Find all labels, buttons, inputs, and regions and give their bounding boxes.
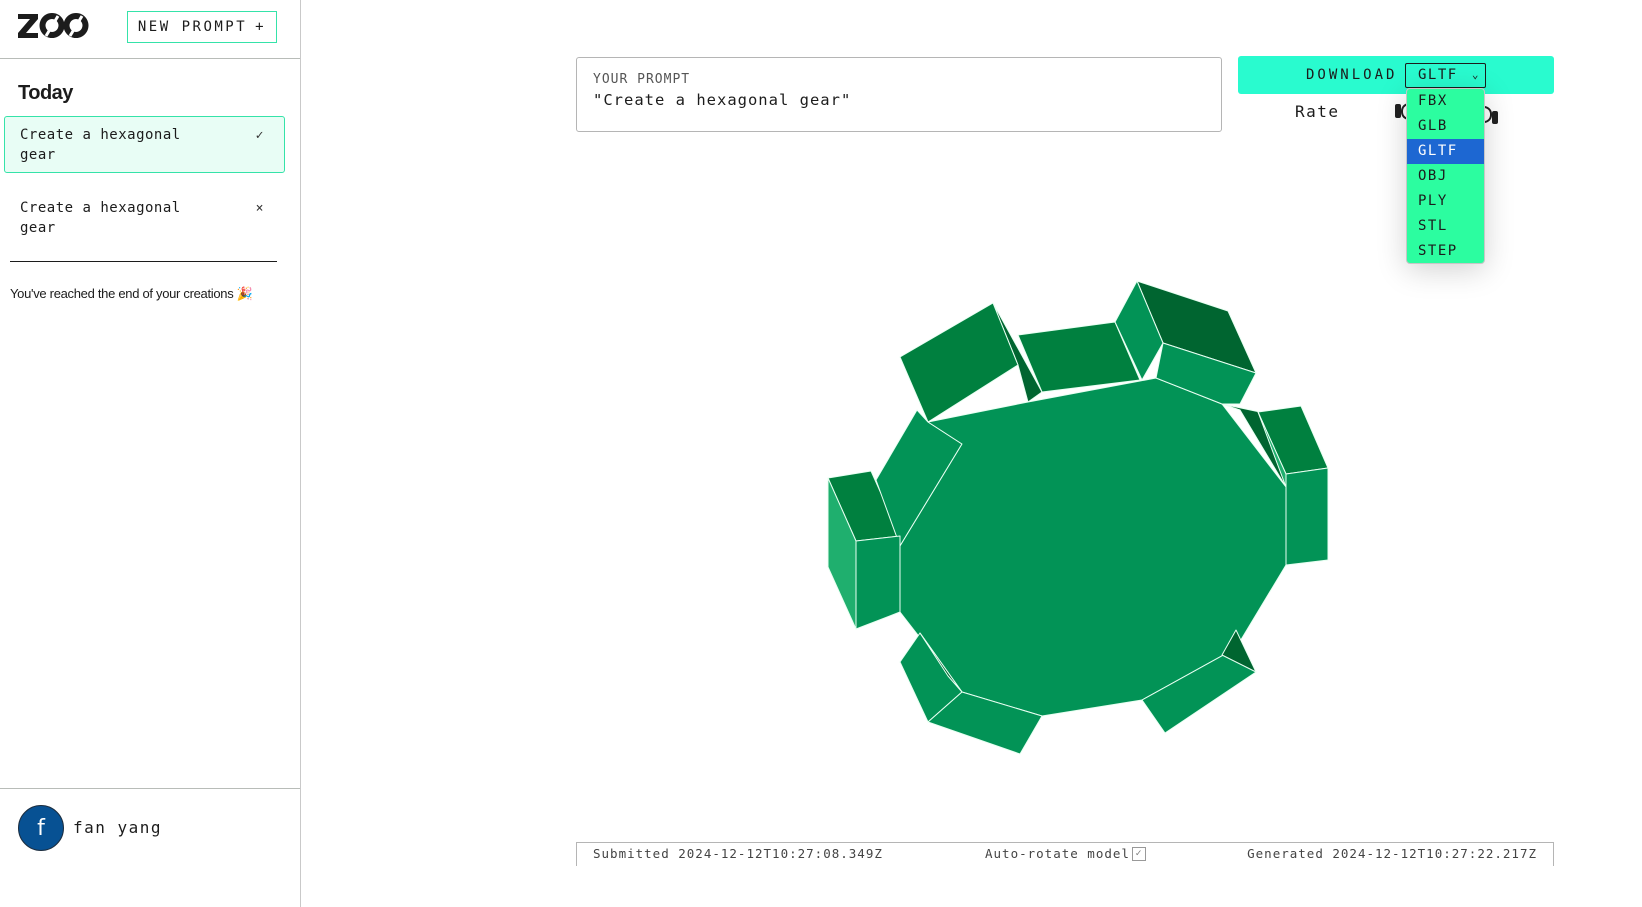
gear-tooth-top	[899, 302, 1019, 423]
format-option-stl[interactable]: STL	[1407, 214, 1484, 239]
format-option-step[interactable]: STEP	[1407, 239, 1484, 263]
check-icon: ✓	[255, 128, 264, 143]
chevron-down-icon: ⌄	[1471, 68, 1480, 81]
gear-tooth-face	[855, 535, 901, 630]
creation-item-label: Create a hexagonal gear	[20, 127, 181, 163]
download-bar: DOWNLOAD GLTF ⌄	[1238, 56, 1554, 94]
generated-timestamp: Generated 2024-12-12T10:27:22.217Z	[1247, 846, 1537, 861]
creation-item[interactable]: Create a hexagonal gear ✓	[4, 116, 285, 173]
thumbs-up-icon-outline	[1484, 106, 1492, 123]
format-option-fbx[interactable]: FBX	[1407, 89, 1484, 114]
prompt-label: YOUR PROMPT	[593, 72, 691, 87]
section-title-today: Today	[18, 82, 73, 104]
autorotate-label: Auto-rotate model	[985, 846, 1130, 861]
format-dropdown-menu: FBX GLB GLTF OBJ PLY STL STEP	[1406, 88, 1485, 264]
new-prompt-button[interactable]: NEW PROMPT +	[127, 11, 277, 43]
prompt-text: "Create a hexagonal gear"	[593, 91, 852, 109]
avatar[interactable]: f	[18, 805, 64, 851]
divider	[10, 261, 277, 262]
new-prompt-label: NEW PROMPT	[137, 19, 248, 35]
format-select[interactable]: GLTF ⌄	[1405, 63, 1486, 88]
close-icon: ×	[255, 201, 264, 216]
sidebar: NEW PROMPT + Today Create a hexagonal ge…	[0, 0, 301, 907]
submitted-timestamp: Submitted 2024-12-12T10:27:08.349Z	[593, 846, 883, 861]
user-section: f fan yang	[0, 788, 300, 907]
autorotate-checkbox[interactable]: ✓	[1132, 847, 1146, 861]
rate-label: Rate	[1295, 102, 1340, 121]
sidebar-header: NEW PROMPT +	[0, 0, 300, 59]
user-name[interactable]: fan yang	[73, 818, 162, 837]
download-button[interactable]: DOWNLOAD	[1306, 67, 1397, 83]
thumbs-up-icon[interactable]	[1492, 111, 1498, 124]
gear-tooth-face	[1285, 467, 1329, 566]
format-option-obj[interactable]: OBJ	[1407, 164, 1484, 189]
end-of-list-note: You've reached the end of your creations…	[10, 286, 253, 301]
creation-item[interactable]: Create a hexagonal gear ×	[4, 189, 285, 246]
zoo-logo[interactable]	[17, 12, 89, 40]
prompt-card: YOUR PROMPT "Create a hexagonal gear"	[576, 57, 1222, 132]
format-option-ply[interactable]: PLY	[1407, 189, 1484, 214]
creation-item-label: Create a hexagonal gear	[20, 200, 181, 236]
plus-icon: +	[255, 19, 267, 35]
format-option-gltf[interactable]: GLTF	[1407, 139, 1484, 164]
status-footer: Submitted 2024-12-12T10:27:08.349Z Auto-…	[576, 842, 1554, 866]
format-option-glb[interactable]: GLB	[1407, 114, 1484, 139]
format-select-value: GLTF	[1418, 67, 1458, 83]
